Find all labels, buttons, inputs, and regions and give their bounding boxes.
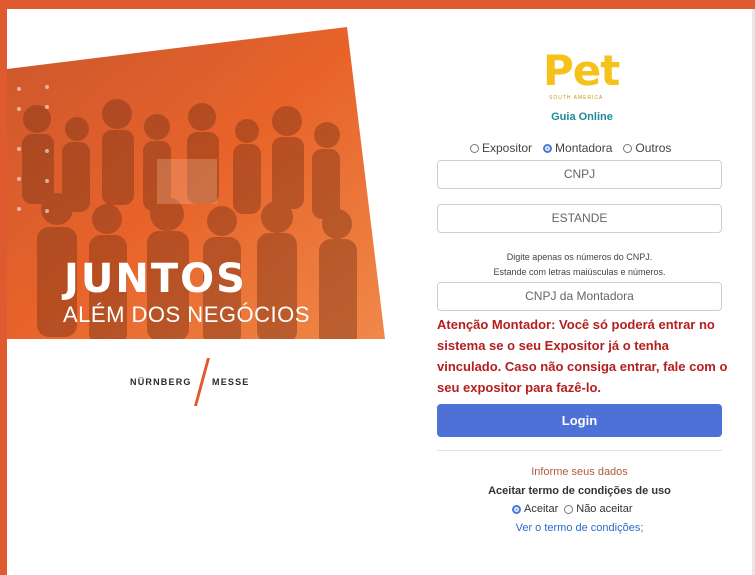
- logo-slash-icon: [194, 358, 210, 406]
- estande-hint: Estande com letras maiúsculas e números.: [493, 267, 666, 277]
- radio-montadora-circle[interactable]: [543, 143, 553, 153]
- radio-expositor[interactable]: Expositor: [470, 141, 532, 155]
- montador-warning: Atenção Montador: Você só poderá entrar …: [437, 317, 728, 395]
- form-divider: [437, 450, 722, 451]
- cnpj-hint: Digite apenas os números do CNPJ.: [506, 252, 653, 262]
- hero-banner: JUNTOS ALÉM DOS NEGÓCIOS: [7, 9, 397, 339]
- ver-termo-link[interactable]: Ver o termo de condições;: [437, 522, 722, 534]
- radio-nao-aceitar-label: Não aceitar: [576, 503, 633, 515]
- nm-logo-right-word: MESSE: [212, 377, 250, 387]
- radio-outros-circle[interactable]: [623, 143, 633, 153]
- radio-nao-aceitar-circle[interactable]: [564, 504, 574, 514]
- nurnberg-messe-logo: NÜRNBERG MESSE: [130, 358, 280, 406]
- radio-aceitar-label: Aceitar: [524, 503, 559, 515]
- radio-expositor-circle[interactable]: [470, 143, 479, 153]
- pet-south-america-logo: Pet SOUTH AMERICA: [543, 46, 620, 104]
- terms-title: Aceitar termo de condições de uso: [488, 485, 671, 497]
- radio-montadora-label: Montadora: [555, 141, 613, 155]
- radio-montadora[interactable]: Montadora: [543, 141, 612, 155]
- estande-input[interactable]: ESTANDE: [437, 204, 722, 233]
- radio-aceitar[interactable]: Aceitar: [512, 503, 558, 515]
- hero-title: JUNTOS: [64, 256, 247, 302]
- role-radio-group: Expositor Montadora Outros: [470, 141, 682, 155]
- radio-outros-label: Outros: [635, 141, 672, 155]
- terms-radio-group: Aceitar Não aceitar: [512, 503, 644, 515]
- top-accent-bar: [0, 0, 755, 9]
- pet-logo-word: Pet: [543, 46, 620, 95]
- nm-logo-left-word: NÜRNBERG: [130, 377, 192, 387]
- pet-logo-subtext: SOUTH AMERICA: [549, 95, 604, 101]
- informe-dados-label: Informe seus dados: [531, 466, 628, 478]
- radio-aceitar-circle[interactable]: [512, 504, 521, 514]
- radio-nao-aceitar[interactable]: Não aceitar: [564, 503, 633, 515]
- radio-expositor-label: Expositor: [482, 141, 533, 155]
- login-button[interactable]: Login: [437, 404, 722, 437]
- hero-subtitle: ALÉM DOS NEGÓCIOS: [63, 302, 310, 327]
- left-accent-bar: [0, 0, 7, 575]
- cnpj-input[interactable]: CNPJ: [437, 160, 722, 189]
- cnpj-montadora-input[interactable]: CNPJ da Montadora: [437, 282, 722, 311]
- guia-online-label: Guia Online: [551, 111, 613, 123]
- radio-outros[interactable]: Outros: [623, 141, 671, 155]
